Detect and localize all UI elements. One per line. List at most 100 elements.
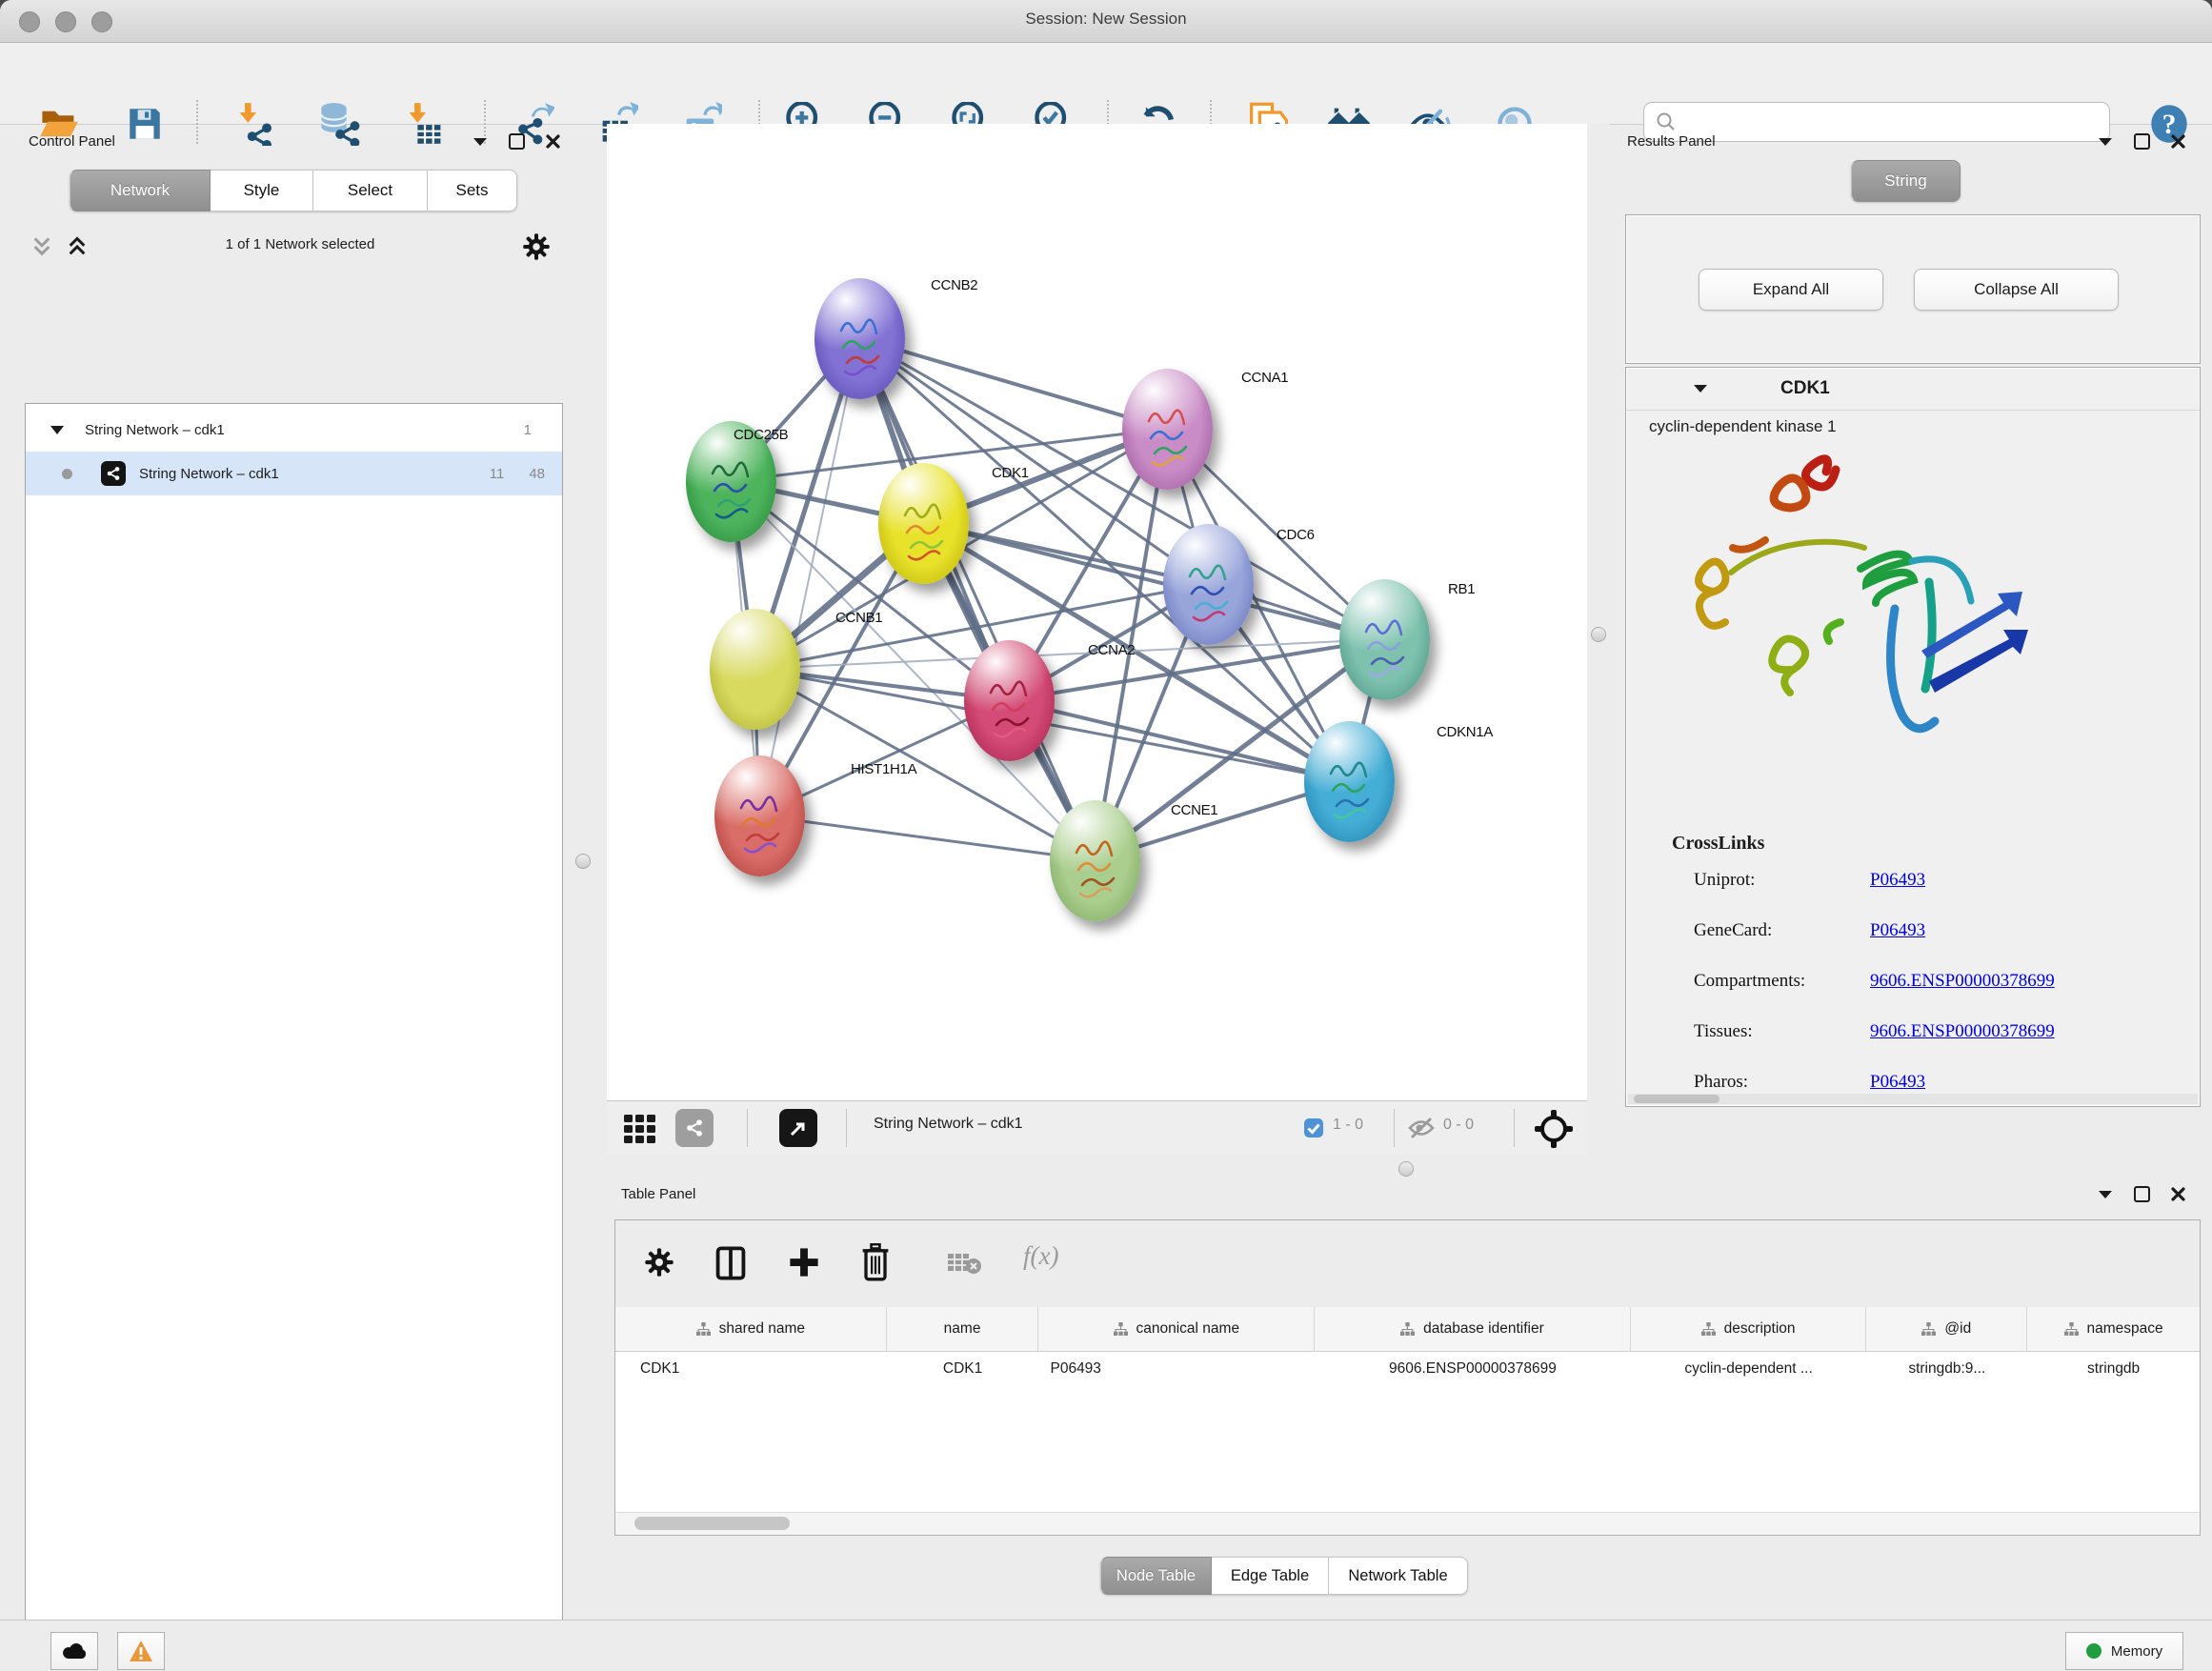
birdseye-grid-icon[interactable] <box>621 1110 659 1148</box>
panel-close-icon[interactable] <box>2171 134 2185 149</box>
scrollbar-thumb[interactable] <box>634 1517 790 1530</box>
memory-button[interactable]: Memory <box>2065 1632 2183 1670</box>
network-node-ccne1[interactable] <box>1050 800 1140 921</box>
column-header[interactable]: shared name <box>615 1307 887 1351</box>
network-node-cdc6[interactable] <box>1163 524 1254 645</box>
gear-icon[interactable] <box>644 1247 674 1278</box>
network-node-ccna2[interactable] <box>964 640 1055 761</box>
show-columns-icon[interactable] <box>714 1245 747 1281</box>
network-collection-row[interactable]: String Network – cdk1 1 <box>26 408 562 452</box>
crosslink-link[interactable]: 9606.ENSP00000378699 <box>1870 1021 2055 1042</box>
node-label: HIST1H1A <box>851 761 916 777</box>
table-row[interactable]: CDK1 CDK1 P06493 9606.ENSP00000378699 cy… <box>615 1351 2200 1387</box>
string-view-icon[interactable] <box>675 1109 714 1147</box>
tree-expand-triangle-icon[interactable] <box>50 426 64 434</box>
expand-all-button[interactable]: Expand All <box>1699 269 1883 311</box>
collapse-all-button[interactable]: Collapse All <box>1914 269 2119 311</box>
gene-description: cyclin-dependent kinase 1 <box>1649 417 1837 436</box>
vertical-splitter-handle[interactable] <box>1591 627 1606 642</box>
network-canvas[interactable]: CCNB2CCNA1CDC25BCDK1CDC6RB1CCNB1CCNA2CDK… <box>607 124 1587 1100</box>
crosslink-link[interactable]: P06493 <box>1870 920 1925 941</box>
main-toolbar: ? <box>0 43 2212 125</box>
protein-thumbnail-icon <box>1323 753 1377 825</box>
app-status-bar: Memory <box>0 1620 2212 1671</box>
delete-column-trash-icon[interactable] <box>859 1243 892 1281</box>
network-node-cdk1[interactable] <box>878 463 969 584</box>
cell-database-identifier: 9606.ENSP00000378699 <box>1315 1351 1631 1387</box>
section-scrollbar[interactable] <box>1628 1094 2198 1104</box>
network-label: String Network – cdk1 <box>139 466 279 482</box>
crosslink-link[interactable]: 9606.ENSP00000378699 <box>1870 971 2055 992</box>
network-node-ccna1[interactable] <box>1122 369 1213 490</box>
column-header[interactable]: name <box>887 1307 1039 1351</box>
horizontal-splitter[interactable] <box>607 1155 2212 1181</box>
network-node-hist1h1a[interactable] <box>714 755 805 876</box>
column-header[interactable]: canonical name <box>1038 1307 1315 1351</box>
fit-selected-target-icon[interactable] <box>1533 1108 1575 1150</box>
edge-count: 48 <box>529 466 545 482</box>
network-node-cdkn1a[interactable] <box>1304 721 1395 842</box>
table-toolbar: f(x) <box>615 1220 2200 1308</box>
cell-canonical-name: P06493 <box>1038 1351 1315 1387</box>
node-label: CCNB2 <box>931 277 977 293</box>
column-header[interactable]: description <box>1631 1307 1867 1351</box>
panel-close-icon[interactable] <box>546 134 560 149</box>
column-header[interactable]: @id <box>1866 1307 2027 1351</box>
crosslink-label: GeneCard: <box>1694 920 1772 940</box>
left-splitter-handle[interactable] <box>575 854 591 869</box>
panel-close-icon[interactable] <box>2171 1187 2185 1201</box>
add-column-plus-icon[interactable] <box>787 1245 821 1279</box>
node-label: CDC6 <box>1277 527 1315 543</box>
selected-checkbox-icon[interactable] <box>1303 1117 1324 1138</box>
tab-edge-table[interactable]: Edge Table <box>1212 1557 1329 1595</box>
table-panel-controls <box>2098 1186 2185 1202</box>
separator <box>747 1109 748 1147</box>
cell-description: cyclin-dependent ... <box>1631 1351 1867 1387</box>
selected-counts: 1 - 0 <box>1333 1117 1363 1134</box>
column-header[interactable]: namespace <box>2027 1307 2200 1351</box>
crosslink-link[interactable]: P06493 <box>1870 870 1925 891</box>
tab-style[interactable]: Style <box>211 170 313 211</box>
detach-view-button[interactable] <box>779 1109 817 1147</box>
node-label: CCNA2 <box>1088 642 1135 658</box>
warning-status-button[interactable] <box>117 1632 165 1670</box>
vertical-splitter[interactable] <box>1587 124 1610 1181</box>
panel-float-icon[interactable] <box>2134 1186 2150 1202</box>
control-panel-tabs: Network Style Select Sets <box>70 170 517 211</box>
cloud-status-button[interactable] <box>50 1632 98 1670</box>
panel-float-icon[interactable] <box>509 133 525 150</box>
crosslink-link[interactable]: P06493 <box>1870 1072 1925 1093</box>
table-horizontal-scrollbar[interactable] <box>615 1512 2200 1535</box>
node-label: CDC25B <box>734 427 788 443</box>
network-row-selected[interactable]: String Network – cdk1 11 48 <box>26 452 562 495</box>
tab-network[interactable]: Network <box>70 170 211 211</box>
panel-collapse-icon[interactable] <box>473 137 488 147</box>
section-collapse-triangle-icon[interactable] <box>1693 384 1708 393</box>
panel-collapse-icon[interactable] <box>2098 1190 2113 1199</box>
results-panel: Results Panel String Expand All Collapse… <box>1610 124 2212 1181</box>
panel-float-icon[interactable] <box>2134 133 2150 150</box>
tab-sets[interactable]: Sets <box>428 170 517 211</box>
table-header-row: shared name name canonical name database… <box>615 1307 2200 1352</box>
tab-network-table[interactable]: Network Table <box>1329 1557 1468 1595</box>
node-table: f(x) shared name name canonical name dat… <box>614 1219 2201 1536</box>
warning-triangle-icon <box>129 1640 153 1662</box>
network-node-rb1[interactable] <box>1339 579 1430 700</box>
title-bar: Session: New Session <box>0 0 2212 43</box>
panel-collapse-icon[interactable] <box>2098 137 2113 147</box>
tab-select[interactable]: Select <box>313 170 428 211</box>
tab-node-table[interactable]: Node Table <box>1100 1557 1212 1595</box>
horizontal-splitter-handle[interactable] <box>1398 1161 1414 1177</box>
gene-section-header[interactable]: CDK1 <box>1626 368 2200 411</box>
gear-icon[interactable] <box>522 232 551 261</box>
control-panel: Control Panel Network Style Select Sets … <box>0 124 600 1620</box>
tab-string[interactable]: String <box>1851 160 1961 202</box>
column-header[interactable]: database identifier <box>1315 1307 1631 1351</box>
network-edge <box>759 338 859 815</box>
network-edge <box>759 815 1095 860</box>
network-node-ccnb2[interactable] <box>814 278 905 399</box>
cell-namespace: stringdb <box>2027 1351 2200 1387</box>
network-node-ccnb1[interactable] <box>710 609 800 730</box>
results-panel-title: Results Panel <box>1627 133 1716 150</box>
cell-name: CDK1 <box>887 1351 1039 1387</box>
